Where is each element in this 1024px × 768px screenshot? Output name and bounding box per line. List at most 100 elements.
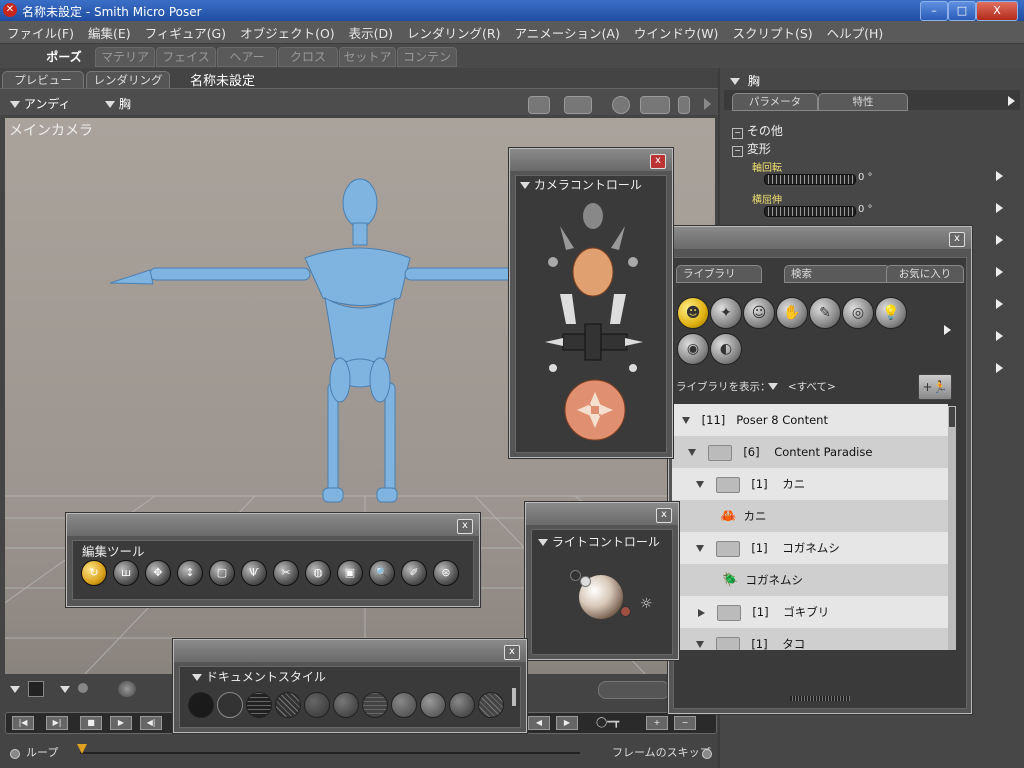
taper-tool-icon[interactable]: Ѱ	[241, 560, 267, 586]
param-sidesize-value[interactable]: 0 °	[858, 204, 873, 215]
room-tab-material[interactable]: マテリアル	[95, 47, 155, 82]
depth-cue-icon[interactable]	[118, 681, 136, 697]
tree-row-tako-folder[interactable]: [1] タコ	[672, 628, 948, 650]
trackball-widget[interactable]	[564, 379, 626, 441]
ground-plane-icon[interactable]	[28, 681, 44, 697]
face-camera-widget[interactable]	[583, 203, 603, 229]
left-hand-widget[interactable]	[560, 294, 576, 324]
loop-radio[interactable]	[10, 749, 20, 759]
library-resize-grip[interactable]	[790, 696, 850, 701]
light-handle-3[interactable]	[620, 606, 631, 617]
room-tab-face[interactable]: フェイス	[156, 47, 216, 67]
silhouette-style-icon[interactable]	[188, 692, 214, 718]
light-controls-close-button[interactable]: x	[656, 508, 672, 523]
tree-item-kani[interactable]: 🦀 カニ	[672, 500, 948, 532]
param-menu-arrow-icon[interactable]	[996, 171, 1003, 181]
param-twist-value[interactable]: 0 °	[858, 172, 873, 183]
timeline-track[interactable]	[80, 752, 580, 754]
room-tab-cloth[interactable]: クロス	[278, 47, 338, 67]
param-menu-arrow-icon[interactable]	[996, 363, 1003, 373]
faces-category-icon[interactable]: ☺	[743, 297, 775, 329]
param-menu-arrow-icon[interactable]	[996, 235, 1003, 245]
poses-category-icon[interactable]: ✦	[710, 297, 742, 329]
wireframe-style-icon[interactable]	[246, 692, 272, 718]
first-frame-icon[interactable]: |◀	[12, 716, 34, 730]
materials-category-icon[interactable]: ◐	[710, 333, 742, 365]
tab-search[interactable]: 検索	[784, 265, 890, 283]
play-icon[interactable]: ▶	[110, 716, 132, 730]
twist-tool-icon[interactable]: ꟺ	[113, 560, 139, 586]
param-menu-arrow-icon[interactable]	[996, 331, 1003, 341]
menu-help[interactable]: ヘルプ(H)	[827, 23, 884, 42]
view-magnifier-icon[interactable]: 🔍	[369, 560, 395, 586]
grouping-tool-icon[interactable]: ▣	[337, 560, 363, 586]
document-style-scroll[interactable]	[512, 688, 516, 706]
lights-category-icon[interactable]: 💡	[875, 297, 907, 329]
timeline-scrubber[interactable]	[77, 744, 87, 754]
color-tool-icon[interactable]: ◍	[305, 560, 331, 586]
panel-menu-arrow-icon[interactable]	[1008, 96, 1015, 106]
group-other[interactable]: − その他	[732, 122, 783, 139]
left-hand-camera-widget[interactable]	[560, 226, 574, 250]
lit-wireframe-style-icon[interactable]	[304, 692, 330, 718]
menu-animation[interactable]: アニメーション(A)	[515, 23, 620, 42]
library-close-button[interactable]: x	[949, 232, 965, 247]
tab-library[interactable]: ライブラリ	[676, 265, 762, 283]
tab-parameters[interactable]: パラメータ	[732, 93, 818, 111]
next-key-icon[interactable]: ▶	[556, 716, 578, 730]
light-handle-2[interactable]	[580, 576, 591, 587]
right-hand-camera-widget[interactable]	[611, 226, 625, 250]
key-icon[interactable]: ◯━┳	[596, 717, 636, 728]
stop-icon[interactable]: ■	[80, 716, 102, 730]
cameras-category-icon[interactable]: ◉	[677, 333, 709, 365]
tree-row-gokiburi-folder[interactable]: [1] ゴキブリ	[672, 596, 948, 628]
menu-figure[interactable]: フィギュア(G)	[145, 23, 226, 42]
figure-pose-icon[interactable]	[640, 96, 670, 114]
tab-favorites[interactable]: お気に入り	[886, 265, 964, 283]
param-menu-arrow-icon[interactable]	[996, 203, 1003, 213]
dolly-ball-left[interactable]	[549, 364, 557, 372]
props-category-icon[interactable]: ◎	[842, 297, 874, 329]
camera-tumble-icon[interactable]	[628, 257, 638, 267]
tab-properties[interactable]: 特性	[818, 93, 908, 111]
skip-frames-radio[interactable]	[702, 749, 712, 759]
move-x-left-arrow[interactable]	[545, 338, 563, 346]
dropdown-arrow-icon[interactable]	[10, 686, 20, 693]
last-frame-icon[interactable]: ▶|	[46, 716, 68, 730]
face-camera-icon[interactable]	[612, 96, 630, 114]
tree-row-koganemushi-folder[interactable]: [1] コガネムシ	[672, 532, 948, 564]
dropdown-arrow-icon[interactable]	[60, 686, 70, 693]
menu-window[interactable]: ウインドウ(W)	[634, 23, 719, 42]
menu-display[interactable]: 表示(D)	[349, 23, 393, 42]
mannequin-figure[interactable]	[109, 178, 516, 503]
param-twist-dial[interactable]	[764, 174, 856, 185]
library-scrollbar[interactable]	[948, 406, 956, 650]
actor-header[interactable]: 胸	[730, 72, 760, 89]
body-part-selector[interactable]: 胸	[105, 95, 131, 112]
param-menu-arrow-icon[interactable]	[996, 299, 1003, 309]
hand-camera-icon[interactable]	[678, 96, 690, 114]
right-hand-widget[interactable]	[610, 294, 626, 324]
keyframe-selector[interactable]	[598, 681, 670, 699]
move-x-right-arrow[interactable]	[625, 338, 643, 346]
flyaround-icon[interactable]	[548, 257, 558, 267]
camera-caption[interactable]	[510, 149, 672, 171]
add-key-button[interactable]: +	[646, 716, 668, 730]
remove-key-button[interactable]: −	[674, 716, 696, 730]
direct-manipulation-icon[interactable]: ⊛	[433, 560, 459, 586]
hidden-line-style-icon[interactable]	[275, 692, 301, 718]
outline-style-icon[interactable]	[217, 692, 243, 718]
room-tab-hair[interactable]: ヘアー	[217, 47, 277, 67]
edit-tools-caption[interactable]	[67, 514, 479, 536]
smooth-shaded-style-icon[interactable]	[420, 692, 446, 718]
hair-category-icon[interactable]: ✋	[776, 297, 808, 329]
add-to-library-icon[interactable]: +🏃	[918, 374, 952, 400]
tab-preview[interactable]: プレビュー	[2, 71, 84, 89]
rotate-tool-icon[interactable]: ↻	[81, 560, 107, 586]
dolly-ball-right[interactable]	[629, 364, 637, 372]
param-menu-arrow-icon[interactable]	[996, 267, 1003, 277]
prev-frame-icon[interactable]: ◀|	[140, 716, 162, 730]
close-window-button[interactable]: X	[976, 1, 1018, 21]
figures-category-icon[interactable]: ☻	[677, 297, 709, 329]
menu-scripts[interactable]: スクリプト(S)	[732, 23, 812, 42]
